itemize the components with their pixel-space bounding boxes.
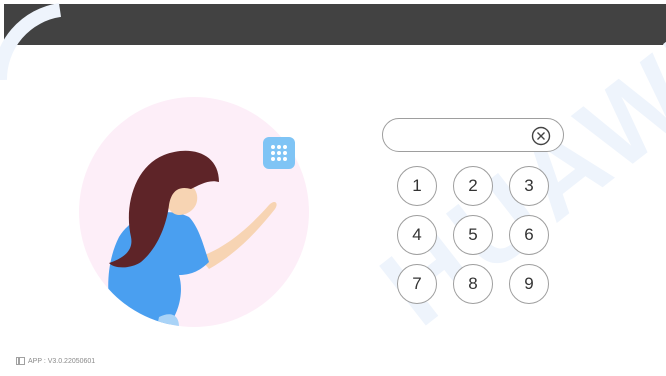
version-text: APP : V3.0.22050601	[28, 357, 96, 365]
key-6[interactable]: 6	[509, 215, 549, 255]
key-5[interactable]: 5	[453, 215, 493, 255]
key-3[interactable]: 3	[509, 166, 549, 206]
device-icon	[16, 357, 25, 365]
user-illustration	[79, 97, 309, 327]
key-7[interactable]: 7	[397, 264, 437, 304]
version-info: APP : V3.0.22050601	[16, 356, 95, 366]
clear-circle-icon[interactable]	[531, 126, 551, 146]
top-bar	[4, 4, 666, 45]
key-4[interactable]: 4	[397, 215, 437, 255]
key-8[interactable]: 8	[453, 264, 493, 304]
key-2[interactable]: 2	[453, 166, 493, 206]
pin-input[interactable]	[382, 118, 564, 152]
key-1[interactable]: 1	[397, 166, 437, 206]
keypad-grid-icon[interactable]	[263, 137, 295, 169]
key-9[interactable]: 9	[509, 264, 549, 304]
